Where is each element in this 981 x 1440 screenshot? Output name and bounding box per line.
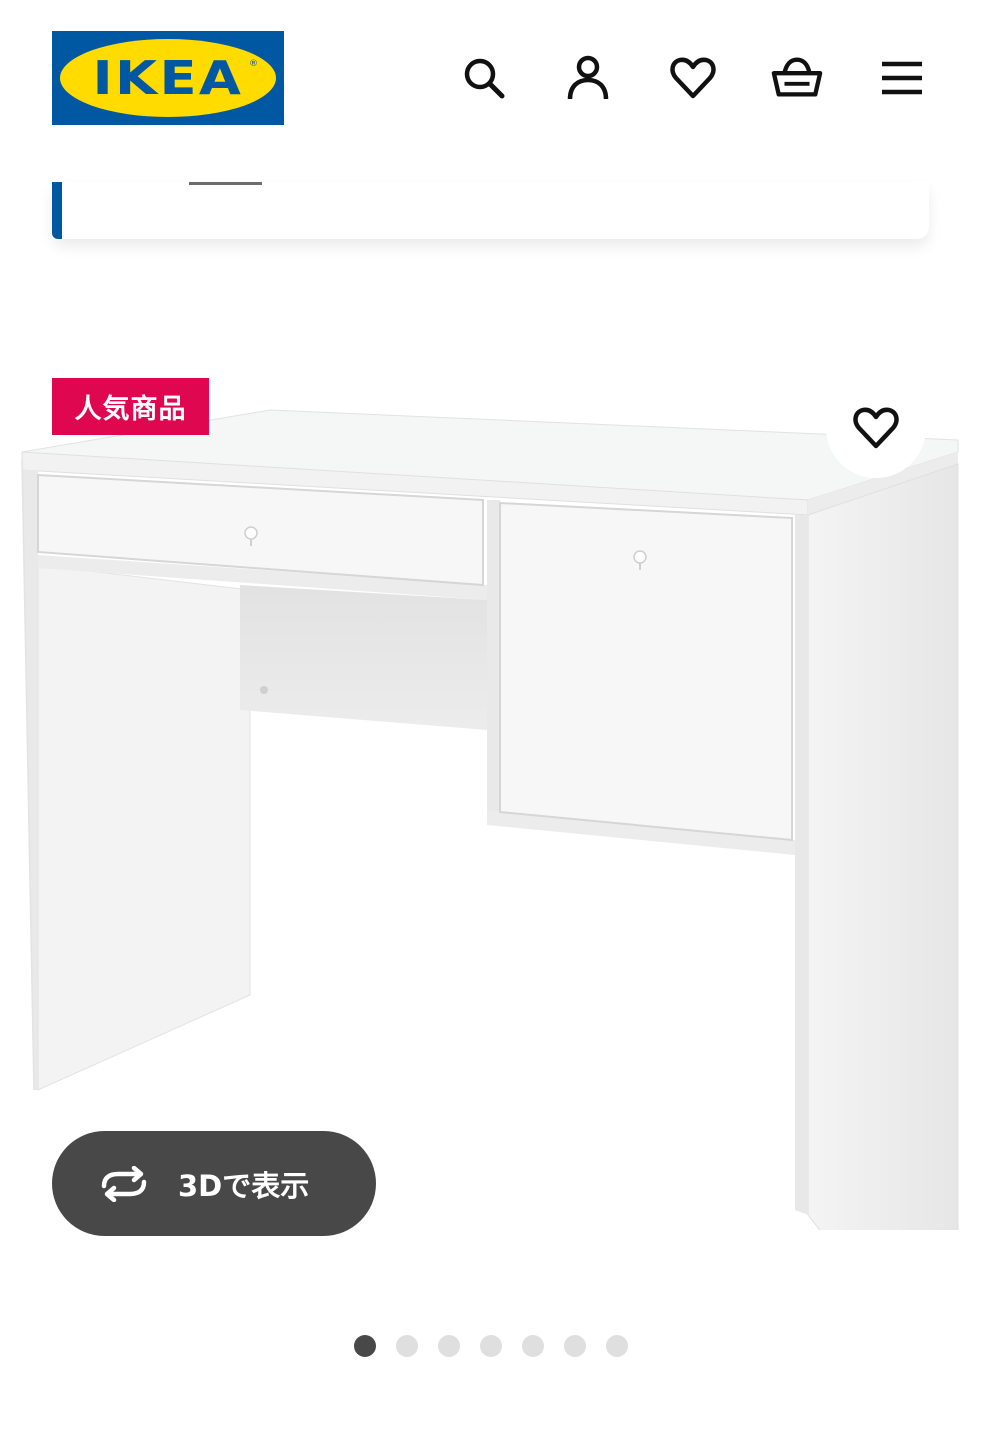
account-button[interactable] bbox=[562, 52, 614, 104]
add-to-favorites-button[interactable] bbox=[826, 378, 926, 478]
carousel-dot-1[interactable] bbox=[354, 1335, 376, 1357]
heart-icon bbox=[853, 407, 899, 449]
info-card-accent bbox=[52, 182, 62, 239]
view-in-3d-label: 3Dで表示 bbox=[178, 1168, 310, 1203]
view-in-3d-button[interactable]: 3Dで表示 bbox=[52, 1131, 376, 1236]
menu-button[interactable] bbox=[876, 52, 928, 104]
carousel-dot-4[interactable] bbox=[480, 1335, 502, 1357]
logo-text: IKEA bbox=[92, 51, 244, 105]
sticky-info-card[interactable] bbox=[52, 182, 929, 239]
carousel-dot-2[interactable] bbox=[396, 1335, 418, 1357]
favorites-button[interactable] bbox=[667, 52, 719, 104]
ikea-logo[interactable]: IKEA ® bbox=[52, 31, 284, 125]
hamburger-menu-icon bbox=[882, 61, 922, 95]
carousel-pagination bbox=[354, 1335, 628, 1357]
account-icon bbox=[567, 55, 609, 100]
search-icon bbox=[464, 58, 505, 99]
carousel-dot-6[interactable] bbox=[564, 1335, 586, 1357]
search-button[interactable] bbox=[458, 52, 510, 104]
carousel-dot-7[interactable] bbox=[606, 1335, 628, 1357]
logo-registered-mark: ® bbox=[249, 59, 258, 69]
site-header: IKEA ® bbox=[0, 0, 981, 160]
logo-oval: IKEA ® bbox=[60, 39, 276, 117]
info-card-link-underline[interactable] bbox=[189, 182, 262, 185]
popular-product-badge: 人気商品 bbox=[52, 378, 209, 435]
favorites-heart-icon bbox=[670, 57, 716, 99]
cart-button[interactable] bbox=[771, 52, 823, 104]
carousel-dot-5[interactable] bbox=[522, 1335, 544, 1357]
rotate-3d-icon bbox=[96, 1164, 156, 1204]
shopping-basket-icon bbox=[771, 57, 823, 97]
product-image[interactable] bbox=[0, 400, 981, 1230]
carousel-dot-3[interactable] bbox=[438, 1335, 460, 1357]
